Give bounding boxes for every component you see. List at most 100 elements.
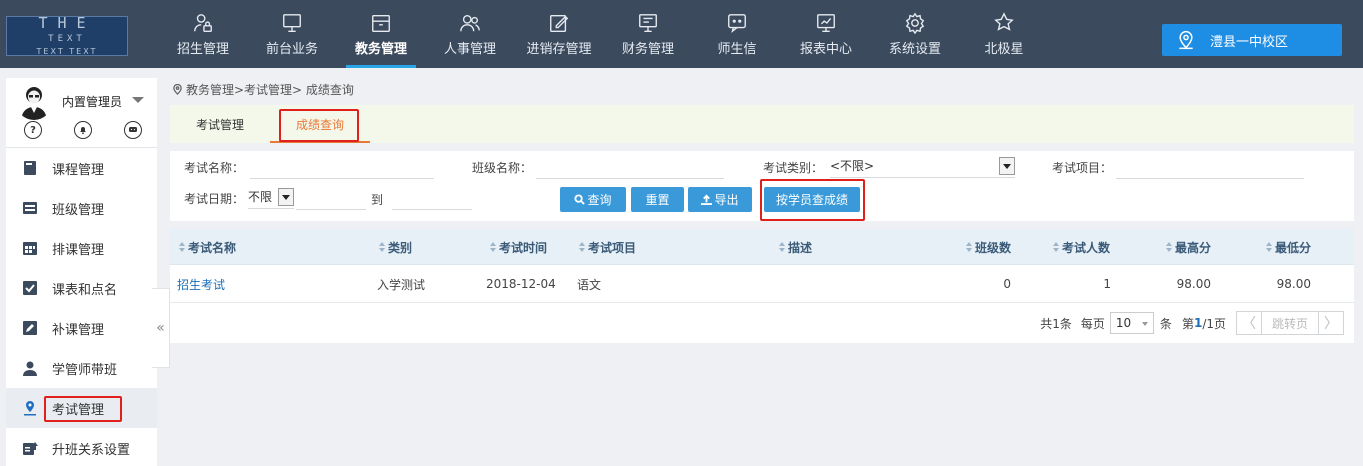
sidebar-item-timetable[interactable]: 课表和点名: [6, 268, 157, 308]
top-navigation-bar: THE TEXT TEXT TEXT 招生管理 前台业务 教务管理 人事管理 进…: [0, 0, 1363, 68]
table-row[interactable]: 招生考试 入学测试 2018-12-04 语文 0 1 98.00 98.00: [170, 265, 1354, 303]
sidebar-item-exams[interactable]: 考试管理: [6, 388, 157, 428]
exam-name-input[interactable]: [250, 155, 434, 179]
nav-label: 前台业务: [265, 42, 318, 57]
cell-class-count: 0: [1003, 277, 1011, 291]
nav-finance[interactable]: 财务管理: [605, 0, 691, 68]
class-name-input[interactable]: [536, 155, 724, 179]
teacher-icon: [22, 360, 38, 376]
monitor-icon: [283, 14, 301, 32]
message-icon: [728, 14, 746, 34]
export-button[interactable]: 导出: [688, 187, 752, 212]
exam-date-start-input[interactable]: [296, 186, 366, 210]
class-icon: [22, 200, 38, 216]
exam-item-input[interactable]: [1116, 155, 1304, 179]
star-icon: [994, 12, 1014, 31]
book-icon: [22, 160, 38, 176]
help-icon[interactable]: ?: [24, 121, 42, 139]
sort-icon: [179, 242, 186, 252]
sort-icon: [579, 242, 586, 252]
chevron-down-icon[interactable]: [999, 157, 1015, 175]
nav-hr[interactable]: 人事管理: [427, 0, 513, 68]
reset-label: 重置: [645, 193, 670, 207]
class-name-label: 班级名称：: [472, 161, 533, 175]
sidebar-item-tutor[interactable]: 学管师带班: [6, 348, 157, 388]
query-by-student-button[interactable]: 按学员查成绩: [764, 187, 860, 212]
table-header: 考试名称 类别 考试时间 考试项目 描述 班级数 考试人数 最高分 最低分: [170, 229, 1354, 265]
chevron-down-icon[interactable]: [278, 188, 294, 206]
exam-date-end-input[interactable]: [392, 186, 472, 210]
cell-exam-name[interactable]: 招生考试: [177, 265, 225, 303]
sort-icon: [779, 242, 786, 252]
chat-icon[interactable]: [124, 121, 142, 139]
main-nav: 招生管理 前台业务 教务管理 人事管理 进销存管理 财务管理 师生信 报表中心: [160, 0, 1050, 68]
nav-front-desk[interactable]: 前台业务: [249, 0, 335, 68]
next-page-button[interactable]: 〉: [1318, 311, 1344, 335]
page-current: 1: [1193, 316, 1203, 330]
tab-exam-management[interactable]: 考试管理: [170, 105, 270, 143]
page-prefix: 第: [1181, 316, 1194, 331]
user-name: 内置管理员: [62, 95, 123, 109]
date-to-label: 到: [371, 193, 384, 207]
sidebar-item-label: 班级管理: [52, 202, 105, 218]
exam-date-select[interactable]: 不限: [248, 185, 294, 209]
nav-messages[interactable]: 师生信: [694, 0, 780, 68]
user-menu-caret-icon[interactable]: [132, 97, 144, 103]
box-icon: [372, 14, 390, 32]
breadcrumb: 教务管理>考试管理> 成绩查询: [172, 81, 354, 98]
nav-settings[interactable]: 系统设置: [872, 0, 958, 68]
reset-button[interactable]: 重置: [631, 187, 684, 212]
jump-page-button[interactable]: 跳转页: [1262, 311, 1318, 335]
sidebar-item-classes[interactable]: 班级管理: [6, 188, 157, 228]
column-header-type[interactable]: 类别: [379, 229, 412, 265]
tab-score-query[interactable]: 成绩查询: [270, 105, 371, 143]
exam-date-value: 不限: [248, 190, 273, 204]
nav-academic[interactable]: 教务管理: [338, 0, 424, 68]
campus-label: 澧县一中校区: [1210, 34, 1289, 50]
avatar[interactable]: [16, 84, 52, 120]
gear-icon: [905, 12, 925, 34]
sidebar-item-label: 学管师带班: [52, 362, 118, 378]
user-actions: ?: [24, 121, 142, 139]
sidebar: 内置管理员 ? 课程管理 班级管理 排课管理 课表和点名 补课管理 学管师带班: [6, 78, 157, 466]
nav-admissions[interactable]: 招生管理: [160, 0, 246, 68]
bell-icon[interactable]: [74, 121, 92, 139]
column-header-description[interactable]: 描述: [779, 229, 812, 265]
column-header-exam-time[interactable]: 考试时间: [490, 229, 547, 265]
sidebar-item-courses[interactable]: 课程管理: [6, 148, 157, 188]
column-header-class-count[interactable]: 班级数: [966, 229, 1011, 265]
sidebar-item-label: 课程管理: [52, 162, 105, 178]
query-label: 查询: [587, 193, 612, 207]
page-total: /1页: [1202, 316, 1226, 331]
column-header-exam-item[interactable]: 考试项目: [579, 229, 636, 265]
sidebar-item-upgrade[interactable]: 升班关系设置: [6, 428, 157, 466]
sidebar-item-label: 升班关系设置: [52, 442, 131, 458]
sidebar-collapse-button[interactable]: «: [152, 288, 170, 368]
nav-reports[interactable]: 报表中心: [783, 0, 869, 68]
nav-inventory[interactable]: 进销存管理: [516, 0, 602, 68]
company-logo[interactable]: THE TEXT TEXT TEXT: [6, 15, 128, 56]
exam-type-label: 考试类别：: [763, 161, 824, 175]
query-button[interactable]: 查询: [560, 187, 626, 212]
logo-tagline: TEXT TEXT: [36, 47, 98, 56]
sidebar-item-scheduling[interactable]: 排课管理: [6, 228, 157, 268]
column-header-student-count[interactable]: 考试人数: [1053, 229, 1110, 265]
nav-polaris[interactable]: 北极星: [961, 0, 1047, 68]
column-header-max-score[interactable]: 最高分: [1166, 229, 1211, 265]
per-page-select[interactable]: 10: [1109, 312, 1154, 334]
filter-panel: 考试名称： 班级名称： 考试类别： <不限> 考试项目： 考试日期： 不限 到 …: [170, 151, 1354, 221]
nav-label: 师生信: [717, 42, 757, 57]
prev-page-button[interactable]: 〈: [1236, 311, 1262, 335]
location-icon: [1179, 30, 1193, 50]
sub-tabs: 考试管理 成绩查询: [170, 105, 1354, 143]
sidebar-item-label: 课表和点名: [52, 282, 118, 298]
cell-min-score: 98.00: [1276, 277, 1311, 291]
cell-student-count: 1: [1103, 277, 1111, 291]
column-header-min-score[interactable]: 最低分: [1266, 229, 1311, 265]
sidebar-item-makeup[interactable]: 补课管理: [6, 308, 157, 348]
column-header-exam-name[interactable]: 考试名称: [179, 229, 236, 265]
campus-selector-button[interactable]: 澧县一中校区: [1162, 24, 1342, 56]
exam-type-select[interactable]: <不限>: [830, 154, 1015, 178]
pagination: 共1条 每页 10 条 第 1 /1页 〈 跳转页 〉: [1040, 311, 1344, 335]
cell-max-score: 98.00: [1176, 277, 1211, 291]
